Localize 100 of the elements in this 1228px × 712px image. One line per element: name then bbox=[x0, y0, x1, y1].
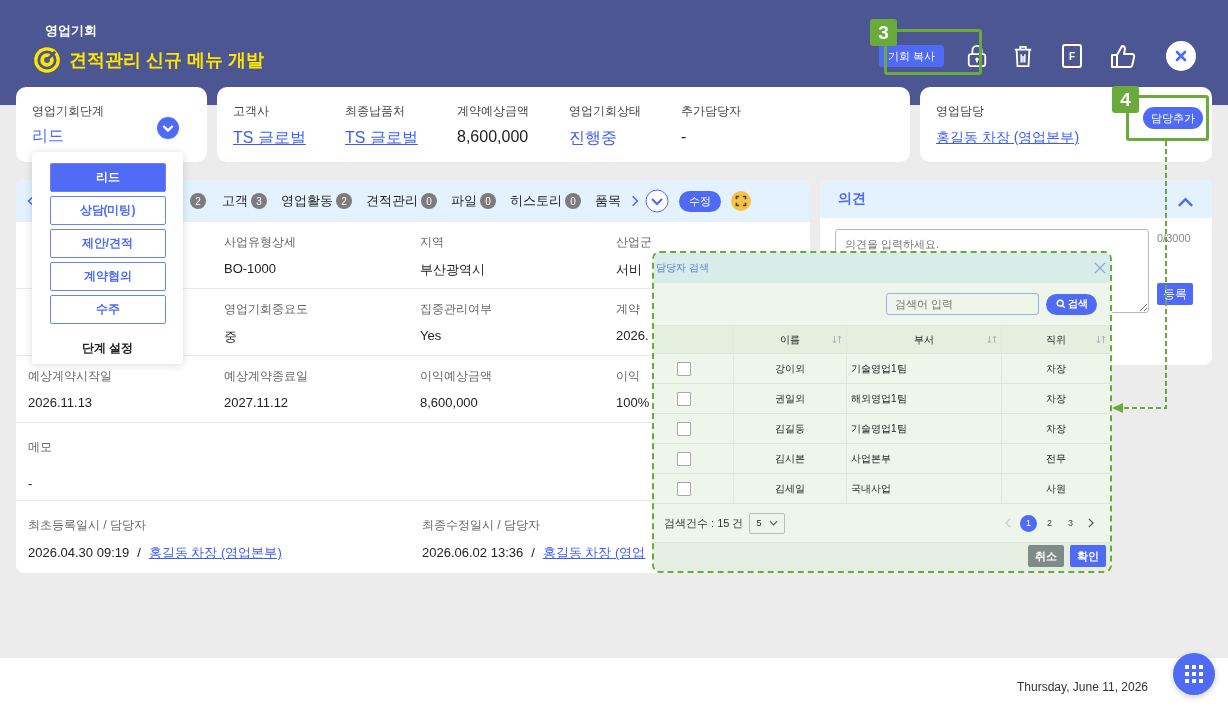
close-button[interactable] bbox=[1166, 41, 1196, 71]
search-button[interactable]: 검색 bbox=[1046, 293, 1097, 315]
column-header[interactable]: 이름 bbox=[734, 326, 847, 353]
memo-label: 메모 bbox=[28, 439, 52, 456]
chevron-down-icon[interactable] bbox=[157, 117, 179, 139]
page-number[interactable]: 3 bbox=[1062, 514, 1079, 532]
timestamp: 2026.04.30 09:19 bbox=[28, 545, 130, 560]
owner-link[interactable]: 홍길동 차장 (영업본부) bbox=[936, 129, 1080, 147]
timestamp: 2026.06.02 13:36 bbox=[422, 545, 524, 560]
page-number[interactable]: 2 bbox=[1041, 514, 1058, 532]
result-count: 검색건수 : 15 건 bbox=[664, 515, 744, 531]
thumbs-up-icon[interactable] bbox=[1110, 43, 1136, 69]
field-label: 계약예상금액 bbox=[457, 103, 530, 120]
grid-icon bbox=[1184, 664, 1204, 684]
field-label: 지역 bbox=[420, 234, 444, 251]
field-value: 2027.11.12 bbox=[224, 395, 289, 410]
caret-icon bbox=[769, 520, 779, 526]
detail-tab[interactable]: 2 bbox=[190, 193, 206, 209]
table-cell: 차장 bbox=[1046, 421, 1066, 436]
detail-tab[interactable]: 히스토리 0 bbox=[510, 192, 581, 210]
page-number[interactable]: 1 bbox=[1020, 514, 1037, 532]
stage-option[interactable]: 수주 bbox=[49, 295, 166, 324]
panel-title: 의견 bbox=[838, 190, 866, 208]
field-value: 부산광역시 bbox=[420, 261, 485, 279]
table-cell: 사원 bbox=[1046, 481, 1066, 496]
field-label: 산업군 bbox=[616, 234, 652, 251]
page-title: 견적관리 신규 메뉴 개발 bbox=[69, 49, 264, 72]
chevron-up-icon[interactable] bbox=[1177, 196, 1194, 208]
section-label: 영업기회 bbox=[45, 22, 98, 40]
document-icon[interactable]: F bbox=[1062, 44, 1082, 68]
search-field[interactable]: 검색어 입력 bbox=[886, 293, 1039, 315]
chevron-right-icon[interactable] bbox=[631, 194, 639, 208]
table-cell: 국내사업 bbox=[851, 481, 891, 496]
character-counter: 0/3000 bbox=[1157, 232, 1191, 244]
detail-tab[interactable]: 영업활동 2 bbox=[281, 192, 352, 210]
stage-option[interactable]: 리드 bbox=[49, 163, 166, 192]
table-cell: 강이외 bbox=[775, 361, 805, 376]
copy-button[interactable]: 기회 복사 bbox=[878, 45, 944, 67]
row-checkbox[interactable] bbox=[676, 481, 691, 496]
chevron-down-icon[interactable] bbox=[645, 189, 669, 213]
field-label: 영업기회중요도 bbox=[224, 301, 308, 318]
table-cell: 기술영업1팀 bbox=[851, 421, 907, 436]
field-label: 최종납품처 bbox=[345, 103, 406, 120]
field-value: 2026.11.13 bbox=[28, 395, 93, 410]
page-size-select[interactable]: 5 bbox=[749, 512, 786, 534]
field-label: 영업기회단계 bbox=[32, 103, 105, 120]
field-value: - bbox=[681, 128, 688, 146]
search-icon bbox=[1055, 299, 1066, 309]
row-checkbox[interactable] bbox=[676, 421, 691, 436]
column-header[interactable]: 부서 bbox=[847, 326, 1002, 353]
callout-number: 4 bbox=[1112, 86, 1139, 113]
detail-tab[interactable]: 견적관리 0 bbox=[366, 192, 437, 210]
close-icon bbox=[1175, 50, 1187, 62]
trash-icon[interactable] bbox=[1012, 43, 1034, 69]
field-value: 2026. bbox=[616, 328, 649, 343]
date-text: Thursday, June 11, 2026 bbox=[1017, 679, 1148, 694]
column-header[interactable]: 직위 bbox=[1002, 326, 1110, 353]
table-cell: 기술영업1팀 bbox=[851, 361, 907, 376]
field-label: 추가담당자 bbox=[681, 103, 742, 120]
detail-tab[interactable]: 품목 bbox=[595, 192, 621, 210]
row-checkbox[interactable] bbox=[676, 451, 691, 466]
lock-icon[interactable] bbox=[966, 43, 988, 69]
stage-option[interactable]: 제안/견적 bbox=[49, 229, 166, 258]
user-link[interactable]: 홍길동 차장 (영업본부) bbox=[148, 544, 282, 562]
table-cell: 차장 bbox=[1046, 391, 1066, 406]
customer-link[interactable]: TS 글로벌 bbox=[233, 128, 345, 149]
cancel-button[interactable]: 취소 bbox=[1028, 545, 1064, 567]
status-value: 진행중 bbox=[569, 128, 618, 148]
field-label: 집중관리여부 bbox=[420, 301, 492, 318]
table-cell: 차장 bbox=[1046, 361, 1066, 376]
row-checkbox[interactable] bbox=[676, 391, 691, 406]
close-icon[interactable] bbox=[1094, 262, 1106, 274]
table-cell: 권일외 bbox=[775, 391, 805, 406]
confirm-button[interactable]: 확인 bbox=[1070, 545, 1106, 567]
table-cell: 김시본 bbox=[775, 451, 805, 466]
stage-settings-link[interactable]: 단계 설정 bbox=[81, 340, 134, 357]
detail-tab[interactable]: 파일 0 bbox=[451, 192, 496, 210]
table-cell: 김길동 bbox=[775, 421, 805, 436]
field-label: 이익예상금액 bbox=[420, 368, 492, 385]
field-label: 예상계약종료일 bbox=[224, 368, 308, 385]
row-checkbox[interactable] bbox=[676, 361, 691, 376]
stage-value: 리드 bbox=[32, 126, 64, 146]
field-value: 서비 bbox=[616, 261, 642, 279]
field-label: 영업기회상태 bbox=[569, 103, 642, 120]
separator: / bbox=[531, 545, 535, 560]
detail-tab[interactable]: 고객 3 bbox=[222, 192, 267, 210]
field-value: 8,600,000 bbox=[420, 395, 478, 410]
field-label: 계약 bbox=[616, 301, 640, 318]
field-value: 중 bbox=[224, 328, 237, 346]
user-link[interactable]: 홍길동 차장 (영업 bbox=[542, 544, 646, 562]
add-owner-button[interactable]: 담당추가 bbox=[1143, 107, 1203, 129]
customer-link[interactable]: TS 글로벌 bbox=[345, 128, 457, 149]
chevron-right-icon[interactable] bbox=[1087, 518, 1094, 528]
table-cell: 전무 bbox=[1046, 451, 1066, 466]
stage-option[interactable]: 계약협의 bbox=[49, 262, 166, 291]
stage-option[interactable]: 상담(미팅) bbox=[49, 196, 166, 225]
field-value: Yes bbox=[420, 328, 442, 343]
fullscreen-icon[interactable] bbox=[731, 191, 751, 211]
field-label: 최종수정일시 / 담당자 bbox=[422, 517, 540, 534]
edit-button[interactable]: 수정 bbox=[679, 190, 721, 212]
